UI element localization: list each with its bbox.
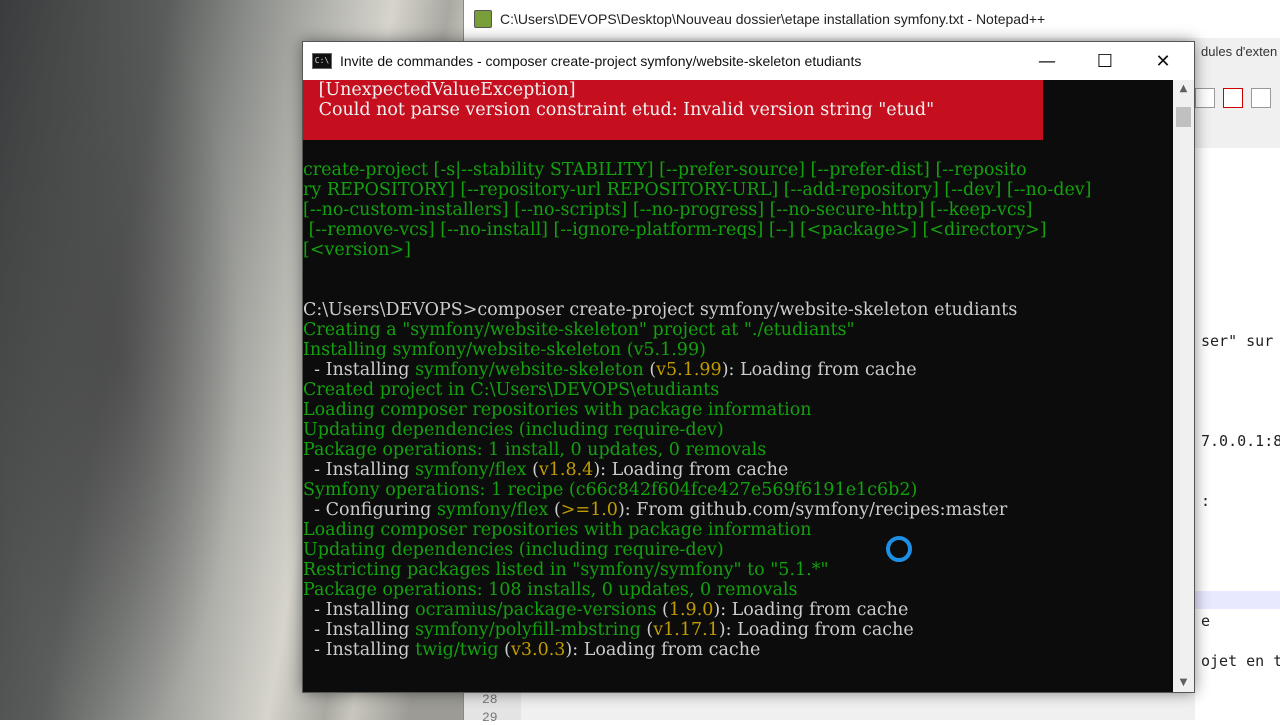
output-line: - Installing symfony/website-skeleton (v… [303,360,917,380]
usage-line: [--no-custom-installers] [--no-scripts] … [303,200,1033,220]
current-line-highlight [1195,591,1280,609]
output-line: Created project in C:\Users\DEVOPS\etudi… [303,380,720,400]
output-line: Package operations: 108 installs, 0 upda… [303,580,798,600]
output-line: - Installing symfony/polyfill-mbstring (… [303,620,914,640]
output-prefix: - Installing [303,640,416,660]
toolbar-stop-icon[interactable] [1251,88,1271,108]
output-prefix: - Installing [303,620,416,640]
output-line: - Installing symfony/flex (v1.8.4): Load… [303,460,788,480]
line-number: 29 [482,710,498,725]
output-version: v5.1.99 [656,360,722,380]
scroll-down-icon[interactable]: ▼ [1173,674,1194,692]
console-output[interactable]: [UnexpectedValueException] Could not par… [303,80,1173,692]
output-version: 1.9.0 [668,600,714,620]
output-punct: ( [548,500,561,520]
usage-line: create-project [-s|--stability STABILITY… [303,160,1027,180]
usage-line: ry REPOSITORY] [--repository-url REPOSIT… [303,180,1092,200]
error-block: [UnexpectedValueException] Could not par… [303,80,1043,140]
vertical-scrollbar[interactable]: ▲ ▼ [1173,80,1194,692]
output-prefix: - Configuring [303,500,437,520]
output-suffix: ): Loading from cache [713,600,909,620]
notepad-app-icon [474,10,492,28]
output-punct: ( [640,620,654,640]
minimize-button[interactable]: — [1018,42,1076,80]
output-version: >=1.0 [560,500,618,520]
output-line: Creating a "symfony/website-skeleton" pr… [303,320,855,340]
output-pkg: ocramius/package-versions [415,600,657,620]
output-pkg: symfony/polyfill-mbstring [415,620,641,640]
output-line: Loading composer repositories with packa… [303,520,812,540]
output-punct: ( [656,600,669,620]
loading-cursor-icon [886,536,912,562]
output-pkg: twig/twig [415,640,499,660]
output-line: Updating dependencies (including require… [303,420,724,440]
output-suffix: ): Loading from cache [565,640,761,660]
output-pkg: symfony/website-skeleton [415,360,644,380]
line-number-gutter: 28 29 [464,690,521,725]
cmd-title: Invite de commandes - composer create-pr… [340,53,862,69]
cmd-app-icon: C:\ [312,53,332,69]
output-line: - Installing ocramius/package-versions (… [303,600,908,620]
maximize-button[interactable]: ☐ [1076,42,1134,80]
close-button[interactable]: ✕ [1134,42,1192,80]
output-version: v1.8.4 [538,460,594,480]
output-prefix: - Installing [303,460,416,480]
output-suffix: ): Loading from cache [718,620,914,640]
output-suffix: ): Loading from cache [721,360,917,380]
output-punct: ( [526,460,539,480]
usage-line: [<version>] [303,240,411,260]
line-number: 28 [482,692,498,707]
output-prefix: - Installing [303,600,416,620]
output-prefix: - Installing [303,360,416,380]
output-line: Symfony operations: 1 recipe (c66c842f60… [303,480,918,500]
output-suffix: ): Loading from cache [593,460,789,480]
error-type: [UnexpectedValueException] [313,80,576,100]
output-punct: ( [498,640,511,660]
output-pkg: symfony/flex [415,460,527,480]
output-line: - Installing twig/twig (v3.0.3): Loading… [303,640,760,660]
output-version: v1.17.1 [653,620,719,640]
editor-text: e [1201,612,1211,630]
output-punct: ( [643,360,657,380]
output-line: - Configuring symfony/flex (>=1.0): From… [303,500,1007,520]
notepad-editor[interactable]: ser" sur 7.0.0.1:8 : e ojet en t [1195,148,1280,720]
scroll-up-icon[interactable]: ▲ [1173,80,1194,98]
scrollbar-thumb[interactable] [1176,107,1191,127]
notepad-title: C:\Users\DEVOPS\Desktop\Nouveau dossier\… [500,11,1046,27]
output-line: Loading composer repositories with packa… [303,400,812,420]
editor-text: 7.0.0.1:8 [1201,432,1280,450]
command-prompt: C:\Users\DEVOPS>composer create-project … [303,300,1018,320]
output-pkg: symfony/flex [436,500,549,520]
output-version: v3.0.3 [510,640,566,660]
usage-line: [--remove-vcs] [--no-install] [--ignore-… [303,220,1047,240]
cmd-window[interactable]: C:\ Invite de commandes - composer creat… [302,41,1195,693]
output-line: Package operations: 1 install, 0 updates… [303,440,767,460]
toolbar-view-icon[interactable] [1195,88,1215,108]
editor-text: ser" sur [1201,332,1274,350]
notepad-tab-label[interactable]: dules d'exten [1201,44,1277,59]
toolbar-record-icon[interactable] [1223,88,1243,108]
editor-text: : [1201,492,1211,510]
output-line: Restricting packages listed in "symfony/… [303,560,829,580]
output-line: Installing symfony/website-skeleton (v5.… [303,340,706,360]
editor-text: ojet en t [1201,652,1280,670]
output-line: Updating dependencies (including require… [303,540,724,560]
notepad-titlebar[interactable]: C:\Users\DEVOPS\Desktop\Nouveau dossier\… [464,0,1280,38]
error-message: Could not parse version constraint etud:… [313,100,935,120]
output-suffix: ): From github.com/symfony/recipes:maste… [617,500,1008,520]
notepad-tab-strip[interactable]: dules d'exten [1195,38,1280,78]
